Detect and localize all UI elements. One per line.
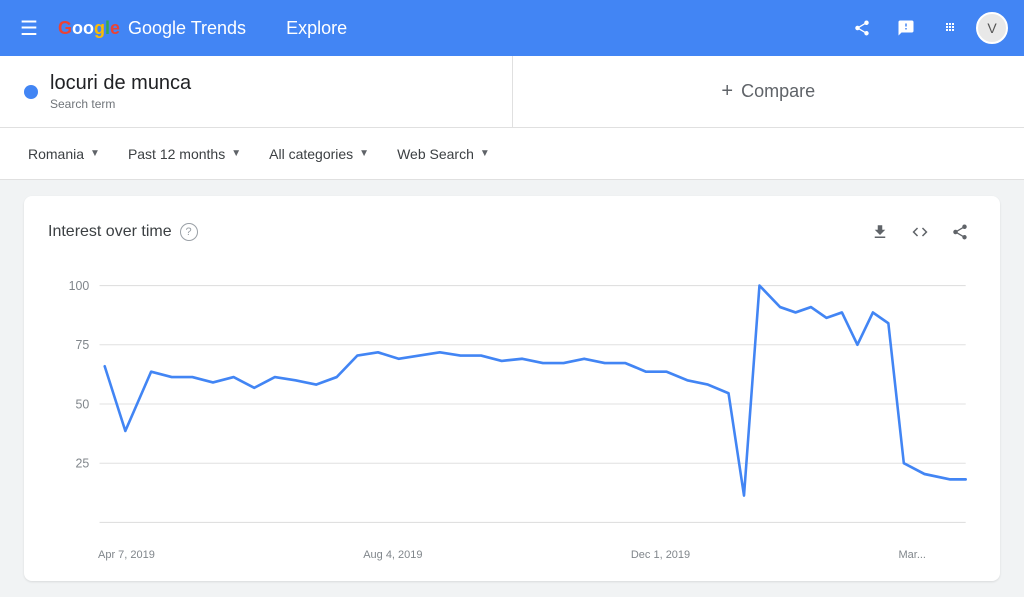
search-term-type: Search term <box>50 97 191 111</box>
category-chevron-icon: ▼ <box>359 148 369 159</box>
search-type-label: Web Search <box>397 146 474 162</box>
chart-container: 100 75 50 25 Apr 7, 2019 Aug 4, 2019 Dec… <box>48 264 976 561</box>
category-filter[interactable]: All categories ▼ <box>257 138 381 170</box>
chart-card: Interest over time ? <box>24 196 1000 581</box>
region-chevron-icon: ▼ <box>90 148 100 159</box>
region-label: Romania <box>28 146 84 162</box>
header: ☰ Google Google Trends Explore V <box>0 0 1024 56</box>
search-type-filter[interactable]: Web Search ▼ <box>385 138 502 170</box>
trends-label: Google Trends <box>128 18 246 39</box>
search-term-dot <box>24 85 38 99</box>
google-logo-text: Google <box>58 18 120 39</box>
svg-text:75: 75 <box>75 338 89 352</box>
google-trends-logo: Google Google Trends <box>58 18 246 39</box>
embed-button[interactable] <box>904 216 936 248</box>
search-term-box: locuri de munca Search term <box>0 56 513 127</box>
region-filter[interactable]: Romania ▼ <box>16 138 112 170</box>
x-label-apr: Apr 7, 2019 <box>98 549 155 561</box>
time-period-filter[interactable]: Past 12 months ▼ <box>116 138 253 170</box>
x-axis-labels: Apr 7, 2019 Aug 4, 2019 Dec 1, 2019 Mar.… <box>48 549 976 561</box>
time-period-label: Past 12 months <box>128 146 225 162</box>
category-label: All categories <box>269 146 353 162</box>
chart-share-button[interactable] <box>944 216 976 248</box>
main-content: Interest over time ? <box>0 180 1024 597</box>
feedback-button[interactable] <box>888 10 924 46</box>
menu-icon[interactable]: ☰ <box>16 12 42 45</box>
compare-plus-icon: + <box>721 80 733 103</box>
search-term-text: locuri de munca Search term <box>50 72 191 111</box>
svg-text:100: 100 <box>69 279 90 293</box>
chart-actions <box>864 216 976 248</box>
download-button[interactable] <box>864 216 896 248</box>
line-chart: 100 75 50 25 <box>48 264 976 544</box>
x-label-aug: Aug 4, 2019 <box>363 549 422 561</box>
svg-text:50: 50 <box>75 397 89 411</box>
time-period-chevron-icon: ▼ <box>231 148 241 159</box>
x-label-mar: Mar... <box>898 549 926 561</box>
compare-label: Compare <box>741 81 815 102</box>
compare-box[interactable]: + Compare <box>513 56 1024 127</box>
chart-title-area: Interest over time ? <box>48 223 198 241</box>
apps-button[interactable] <box>932 10 968 46</box>
svg-text:25: 25 <box>75 456 89 470</box>
help-icon[interactable]: ? <box>180 223 198 241</box>
search-term-main: locuri de munca <box>50 72 191 95</box>
explore-label: Explore <box>286 18 347 39</box>
filters-bar: Romania ▼ Past 12 months ▼ All categorie… <box>0 128 1024 180</box>
chart-header: Interest over time ? <box>48 216 976 248</box>
user-avatar[interactable]: V <box>976 12 1008 44</box>
header-icons: V <box>844 10 1008 46</box>
search-type-chevron-icon: ▼ <box>480 148 490 159</box>
search-area: locuri de munca Search term + Compare <box>0 56 1024 128</box>
chart-title: Interest over time <box>48 223 172 241</box>
share-button[interactable] <box>844 10 880 46</box>
x-label-dec: Dec 1, 2019 <box>631 549 690 561</box>
